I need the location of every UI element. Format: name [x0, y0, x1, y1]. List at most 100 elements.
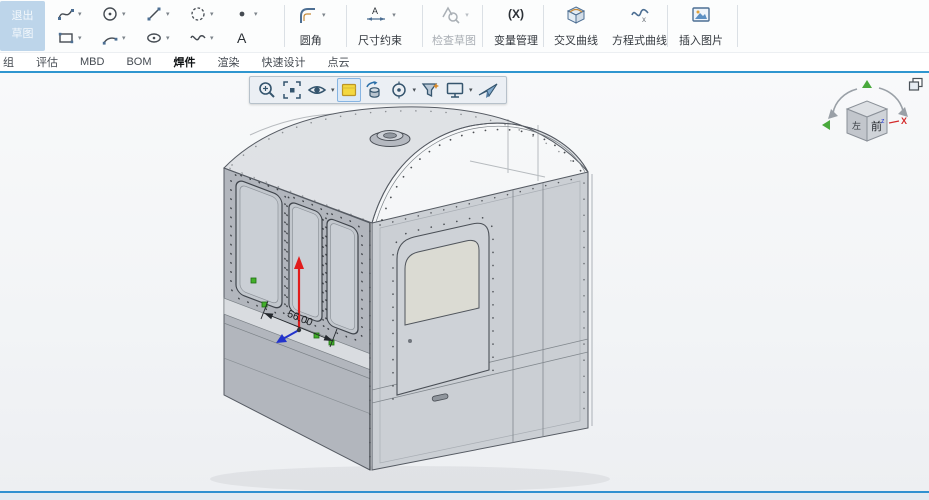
text-tool[interactable]: A — [230, 26, 274, 50]
slot-tool[interactable]: ▾ — [142, 26, 186, 50]
tab-group[interactable]: 组 — [0, 54, 25, 70]
insert-image-icon — [690, 4, 712, 26]
cross-curve-label: 交叉曲线 — [554, 32, 598, 48]
chevron-down-icon[interactable]: ▾ — [78, 11, 82, 18]
section-plane-button[interactable] — [337, 78, 361, 102]
arc-icon — [101, 29, 119, 47]
sketch-tool-grid: ▾ ▾ ▾ ▾ ▾ ▾ ▾ ▾ — [54, 2, 274, 50]
wave-tool[interactable]: ▾ — [186, 26, 230, 50]
chevron-down-icon: ▾ — [465, 12, 469, 19]
ellipse-icon — [189, 5, 207, 23]
ribbon-divider — [284, 5, 285, 47]
axis-z-label: z — [881, 118, 885, 125]
chevron-down-icon[interactable]: ▾ — [166, 11, 170, 18]
point-icon — [233, 5, 251, 23]
dimension-constraint-button[interactable]: A ▾ 尺寸约束 — [354, 2, 406, 50]
ribbon: 退出草图 ▾ ▾ ▾ ▾ ▾ ▾ ▾ — [0, 0, 929, 52]
axis-x-label: X — [901, 116, 907, 126]
tab-mbd[interactable]: MBD — [69, 56, 115, 68]
cross-curve-icon — [565, 4, 587, 26]
ribbon-divider — [543, 5, 544, 47]
line-tool[interactable]: ▾ — [142, 2, 186, 26]
chevron-down-icon[interactable]: ▾ — [254, 11, 258, 18]
line-icon — [145, 5, 163, 23]
status-bar — [0, 491, 929, 500]
view-orientation-dropdown[interactable]: ▾ — [412, 86, 418, 94]
chevron-down-icon[interactable]: ▾ — [322, 12, 326, 19]
zoom-button[interactable] — [255, 78, 279, 102]
spline-icon — [57, 5, 75, 23]
tab-evaluate[interactable]: 评估 — [25, 54, 69, 70]
chevron-down-icon[interactable]: ▾ — [78, 35, 82, 42]
chevron-down-icon[interactable]: ▾ — [166, 35, 170, 42]
fly-through-button[interactable] — [475, 78, 501, 102]
fillet-button[interactable]: ▾ 圆角 — [292, 2, 330, 50]
cross-curve-button[interactable]: 交叉曲线 — [550, 2, 602, 50]
ribbon-tabbar: 组 评估 MBD BOM 焊件 渲染 快速设计 点云 — [0, 52, 929, 71]
fillet-icon — [296, 4, 318, 26]
cab-model[interactable] — [224, 107, 592, 470]
insert-image-label: 插入图片 — [679, 32, 723, 48]
section-plane-icon — [339, 80, 359, 100]
check-sketch-button: ▾ 检查草图 — [428, 2, 480, 50]
display-mode-button[interactable] — [443, 78, 467, 102]
chevron-down-icon[interactable]: ▾ — [122, 11, 126, 18]
restore-window-button[interactable] — [908, 77, 924, 97]
dimension-icon: A — [364, 4, 388, 26]
tab-weldment[interactable]: 焊件 — [163, 54, 207, 70]
view-orientation-button[interactable] — [387, 78, 411, 102]
model-shadow — [210, 466, 610, 491]
circle-icon — [101, 5, 119, 23]
equation-curve-icon: x — [629, 4, 651, 26]
variable-manager-button[interactable]: (X) 变量管理 — [490, 2, 542, 50]
rectangle-tool[interactable]: ▾ — [54, 26, 98, 50]
fit-view-button[interactable] — [280, 78, 304, 102]
text-icon: A — [233, 29, 251, 47]
rotate-view-button[interactable] — [362, 78, 386, 102]
dimension-label: 尺寸约束 — [358, 32, 402, 48]
equation-curve-label: 方程式曲线 — [612, 32, 667, 48]
ribbon-divider — [346, 5, 347, 47]
ribbon-divider — [482, 5, 483, 47]
arc-tool[interactable]: ▾ — [98, 26, 142, 50]
hide-show-button[interactable] — [305, 78, 329, 102]
tab-bom[interactable]: BOM — [115, 56, 162, 68]
fillet-label: 圆角 — [300, 32, 322, 48]
display-mode-dropdown[interactable]: ▾ — [468, 86, 474, 94]
eye-icon — [307, 80, 327, 100]
filter-button[interactable] — [418, 78, 442, 102]
chevron-down-icon[interactable]: ▾ — [210, 35, 214, 42]
rectangle-icon — [57, 29, 75, 47]
chevron-down-icon[interactable]: ▾ — [210, 11, 214, 18]
chevron-down-icon[interactable]: ▾ — [392, 12, 396, 19]
view-cube[interactable]: 左 前 z X — [819, 79, 915, 172]
insert-image-button[interactable]: 插入图片 — [675, 2, 727, 50]
equation-curve-button[interactable]: x 方程式曲线 — [608, 2, 671, 50]
zoom-icon — [257, 80, 277, 100]
exit-sketch-button[interactable]: 退出草图 — [0, 1, 45, 51]
ribbon-divider — [422, 5, 423, 47]
restore-window-icon — [908, 77, 924, 92]
cube-left-label[interactable]: 左 — [852, 120, 861, 131]
ribbon-divider — [737, 5, 738, 47]
check-sketch-label: 检查草图 — [432, 32, 476, 48]
circle-tool[interactable]: ▾ — [98, 2, 142, 26]
svg-text:A: A — [237, 30, 247, 46]
spline-tool[interactable]: ▾ — [54, 2, 98, 26]
model-canvas[interactable]: 56.00 ▾ ▾ ▾ — [0, 73, 929, 491]
wave-icon — [189, 29, 207, 47]
tab-quick-design[interactable]: 快速设计 — [251, 54, 317, 70]
chevron-down-icon[interactable]: ▾ — [122, 35, 126, 42]
ellipse-tool[interactable]: ▾ — [186, 2, 230, 26]
ribbon-divider — [667, 5, 668, 47]
point-tool[interactable]: ▾ — [230, 2, 274, 26]
svg-text:x: x — [642, 15, 646, 24]
fit-view-icon — [282, 80, 302, 100]
check-sketch-icon — [439, 4, 461, 26]
filter-icon — [420, 80, 440, 100]
tab-render[interactable]: 渲染 — [207, 54, 251, 70]
model-viewport[interactable]: 56.00 — [0, 73, 929, 491]
tab-point-cloud[interactable]: 点云 — [317, 54, 361, 70]
variable-icon: (X) — [508, 4, 524, 24]
hide-show-dropdown[interactable]: ▾ — [330, 86, 336, 94]
